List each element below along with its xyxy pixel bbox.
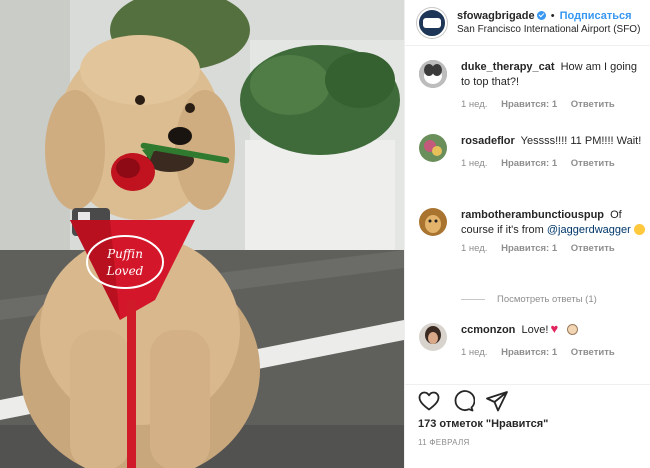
smiling-face-emoji-icon (633, 224, 645, 235)
reply-button[interactable]: Ответить (571, 158, 615, 169)
paper-plane-icon[interactable] (485, 389, 509, 413)
comment-time[interactable]: 1 нед. (461, 243, 487, 254)
comments-list[interactable]: duke_therapy_cat How am I going to top t… (405, 46, 650, 384)
post-photo[interactable]: Puffin Loved (0, 0, 404, 468)
bandana-text-line1: Puffin (106, 247, 143, 261)
post-date[interactable]: 11 ФЕВРАЛЯ (418, 438, 470, 447)
mention-link[interactable]: @jaggerdwagger (547, 224, 631, 236)
author-avatar[interactable] (417, 7, 447, 38)
commenter-avatar[interactable] (419, 208, 447, 236)
reply-button[interactable]: Ответить (571, 347, 615, 358)
post-side-panel: sfowagbrigade • Подписаться San Francisc… (404, 0, 650, 468)
comment-username[interactable]: duke_therapy_cat (461, 61, 555, 73)
comment-item: rosadeflor Yessss!!!! 11 PM!!!! Wait! 1 … (417, 134, 647, 169)
red-heart-emoji-icon (550, 321, 562, 336)
commenter-avatar[interactable] (419, 323, 447, 351)
view-replies-button[interactable]: Посмотреть ответы (1) (461, 294, 597, 305)
verified-badge-icon (536, 10, 546, 20)
comment-item: ccmonzon Love! 1 нед. Нравится: 1 Ответи… (417, 321, 647, 358)
reply-button[interactable]: Ответить (571, 99, 615, 110)
comment-likes[interactable]: Нравится: 1 (501, 158, 557, 169)
post-header: sfowagbrigade • Подписаться San Francisc… (405, 0, 650, 46)
comment-likes[interactable]: Нравится: 1 (501, 347, 557, 358)
comment-likes[interactable]: Нравится: 1 (501, 243, 557, 254)
comment-time[interactable]: 1 нед. (461, 158, 487, 169)
comment-username[interactable]: ccmonzon (461, 324, 515, 336)
comment-likes[interactable]: Нравится: 1 (501, 99, 557, 110)
commenter-avatar[interactable] (419, 60, 447, 88)
comment-item: rambotherambunctiouspup Of course if it'… (417, 208, 647, 254)
comment-time[interactable]: 1 нед. (461, 347, 487, 358)
likes-count[interactable]: 173 отметок "Нравится" (418, 418, 548, 430)
dog-with-rose-illustration: Puffin Loved (0, 0, 404, 468)
reply-button[interactable]: Ответить (571, 243, 615, 254)
header-separator: • (550, 9, 555, 22)
comment-time[interactable]: 1 нед. (461, 99, 487, 110)
author-username[interactable]: sfowagbrigade (457, 10, 535, 22)
comment-username[interactable]: rosadeflor (461, 135, 515, 147)
comment-username[interactable]: rambotherambunctiouspup (461, 209, 604, 221)
follow-button[interactable]: Подписаться (560, 10, 632, 22)
comment-bubble-icon[interactable] (451, 389, 475, 413)
commenter-avatar[interactable] (419, 134, 447, 162)
comment-text: Love! (521, 324, 549, 336)
bandana-text-line2: Loved (106, 264, 144, 278)
heart-icon[interactable] (417, 389, 441, 413)
post-actions: 173 отметок "Нравится" 11 ФЕВРАЛЯ (405, 384, 650, 447)
location-link[interactable]: San Francisco International Airport (SFO… (457, 23, 640, 37)
comment-item: duke_therapy_cat How am I going to top t… (417, 60, 647, 110)
comment-text: Yessss!!!! 11 PM!!!! Wait! (520, 135, 642, 147)
pleading-face-emoji-icon (566, 324, 578, 335)
instagram-post: Puffin Loved sfowagbrigade • Подписаться… (0, 0, 650, 468)
